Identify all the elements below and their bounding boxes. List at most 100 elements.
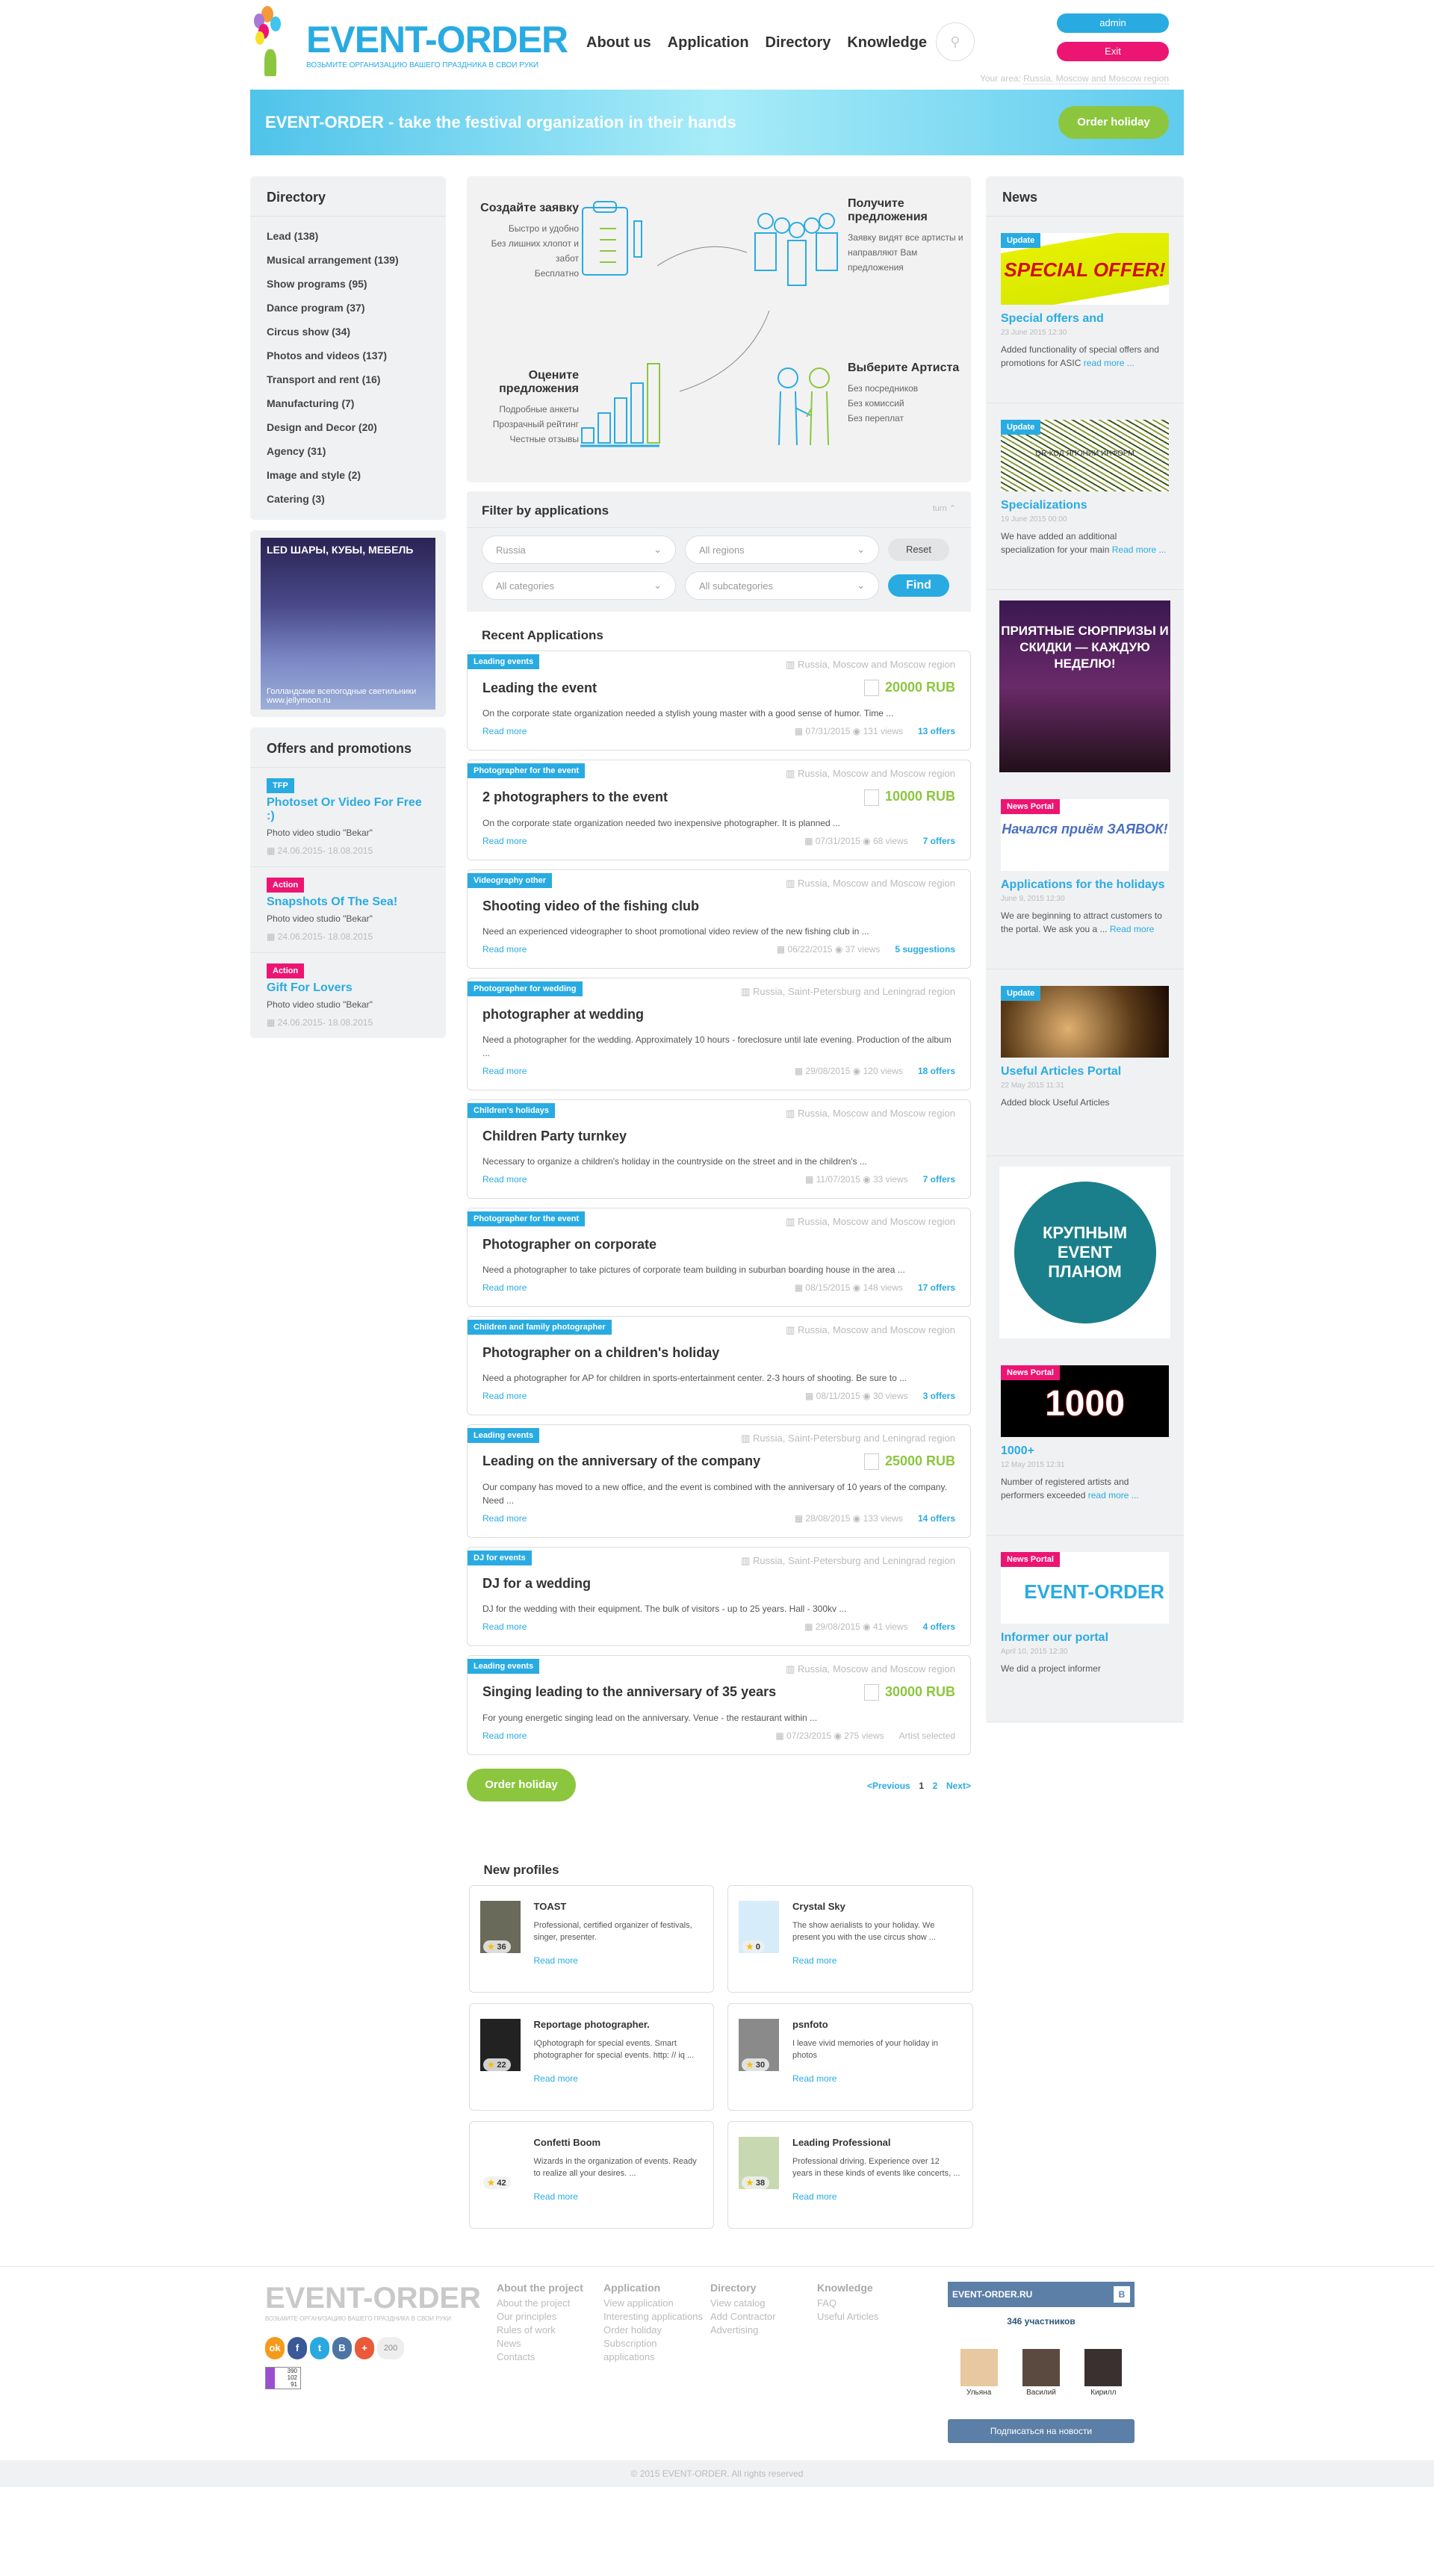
news-read-more-link[interactable]: read more ... [1084, 358, 1135, 368]
profile-name-link[interactable]: psnfoto [792, 2019, 962, 2030]
application-title-link[interactable]: DJ for a wedding [482, 1576, 591, 1592]
news-title-link[interactable]: Special offers and [1001, 312, 1169, 326]
application-category-tag[interactable]: Photographer for the event [468, 1211, 586, 1226]
read-more-link[interactable]: Read more [482, 726, 527, 736]
footer-link[interactable]: News [497, 2337, 603, 2350]
nav-knowledge[interactable]: Knowledge [847, 34, 927, 52]
application-offers-link[interactable]: 7 offers [923, 836, 955, 846]
event-plan-ad[interactable]: КРУПНЫМ EVENT ПЛАНОМ [986, 1156, 1184, 1349]
application-category-tag[interactable]: Children and family photographer [468, 1319, 612, 1335]
application-title-link[interactable]: Singing leading to the anniversary of 35… [482, 1684, 776, 1700]
area-selector[interactable]: Your area: Russia, Moscow and Moscow reg… [980, 73, 1169, 84]
profile-name-link[interactable]: Confetti Boom [534, 2137, 704, 2148]
site-logo[interactable]: EVENT-ORDER ВОЗЬМИТЕ ОРГАНИЗАЦИЮ ВАШЕГО … [254, 6, 568, 81]
facebook-icon[interactable]: f [288, 2337, 307, 2359]
news-title-link[interactable]: Applications for the holidays [1001, 878, 1169, 892]
directory-item[interactable]: Circus show (34) [267, 320, 429, 344]
application-category-tag[interactable]: Leading events [468, 1427, 540, 1443]
directory-item[interactable]: Lead (138) [267, 224, 429, 248]
more-share-icon[interactable]: + [355, 2337, 374, 2359]
news-image[interactable]: 1000 News Portal [1001, 1365, 1169, 1437]
news-image[interactable]: SPECIAL OFFER! Update [1001, 233, 1169, 305]
subcategory-select[interactable]: All subcategories ⌄ [685, 571, 879, 600]
directory-item[interactable]: Agency (31) [267, 439, 429, 463]
news-image[interactable]: Update [1001, 986, 1169, 1058]
application-title-link[interactable]: Photographer on a children's holiday [482, 1345, 719, 1361]
left-ad[interactable]: LED ШАРЫ, КУБЫ, МЕБЕЛЬ Голландские всепо… [250, 530, 446, 717]
region-select[interactable]: All regions ⌄ [685, 536, 879, 564]
application-title-link[interactable]: Shooting video of the fishing club [482, 899, 699, 914]
application-category-tag[interactable]: Children's holidays [468, 1102, 556, 1118]
application-offers-link[interactable]: 14 offers [918, 1513, 955, 1524]
profile-read-more-link[interactable]: Read more [792, 2073, 962, 2084]
news-read-more-link[interactable]: read more ... [1088, 1490, 1139, 1500]
profile-name-link[interactable]: TOAST [534, 1901, 704, 1912]
twitter-icon[interactable]: t [310, 2337, 329, 2359]
application-category-tag[interactable]: Photographer for the event [468, 763, 586, 779]
footer-logo[interactable]: EVENT-ORDER ВОЗЬМИТЕ ОРГАНИЗАЦИЮ ВАШЕГО … [250, 2282, 497, 2443]
read-more-link[interactable]: Read more [482, 1513, 527, 1524]
filter-toggle[interactable]: turn ⌃ [933, 503, 956, 518]
news-title-link[interactable]: Specializations [1001, 499, 1169, 512]
footer-link[interactable]: Interesting applications [603, 2310, 710, 2324]
profile-name-link[interactable]: Reportage photographer. [534, 2019, 704, 2030]
find-button[interactable]: Find [888, 574, 949, 597]
news-image[interactable]: QR-КОД ЯПОНИИ ИНФОРМ Update [1001, 420, 1169, 491]
directory-item[interactable]: Manufacturing (7) [267, 391, 429, 415]
application-offers-link[interactable]: 17 offers [918, 1282, 955, 1293]
directory-item[interactable]: Image and style (2) [267, 463, 429, 487]
visitor-counter[interactable]: 390 102 91 [265, 2367, 301, 2389]
profile-name-link[interactable]: Crystal Sky [792, 1901, 962, 1912]
read-more-link[interactable]: Read more [482, 1282, 527, 1293]
profile-avatar[interactable]: 42 [479, 2137, 521, 2189]
offer-title-link[interactable]: Snapshots Of The Sea! [267, 896, 429, 909]
application-offers-link[interactable]: 4 offers [923, 1621, 955, 1632]
vk-group-name[interactable]: EVENT-ORDER.RU [952, 2289, 1032, 2300]
directory-item[interactable]: Catering (3) [267, 487, 429, 511]
footer-link[interactable]: Contacts [497, 2350, 603, 2364]
read-more-link[interactable]: Read more [482, 1621, 527, 1632]
led-ad-banner[interactable]: LED ШАРЫ, КУБЫ, МЕБЕЛЬ Голландские всепо… [261, 538, 435, 710]
nav-application[interactable]: Application [668, 34, 749, 52]
footer-link[interactable]: Rules of work [497, 2324, 603, 2337]
profile-read-more-link[interactable]: Read more [792, 2191, 962, 2202]
odnoklassniki-icon[interactable]: ok [265, 2337, 285, 2359]
next-page-link[interactable]: Next> [946, 1781, 971, 1791]
application-category-tag[interactable]: DJ for events [468, 1550, 532, 1565]
news-image[interactable]: EVENT-ORDER News Portal [1001, 1552, 1169, 1624]
directory-item[interactable]: Design and Decor (20) [267, 415, 429, 439]
profile-avatar[interactable]: 38 [739, 2137, 779, 2189]
application-title-link[interactable]: 2 photographers to the event [482, 789, 668, 805]
profile-read-more-link[interactable]: Read more [534, 2191, 704, 2202]
search-button[interactable]: ⚲ [936, 22, 975, 61]
application-category-tag[interactable]: Photographer for wedding [468, 981, 583, 996]
footer-link[interactable]: FAQ [817, 2297, 924, 2310]
application-offers-link[interactable]: 5 suggestions [895, 944, 955, 955]
nav-about-us[interactable]: About us [586, 34, 651, 52]
read-more-link[interactable]: Read more [482, 1731, 527, 1741]
previous-page-link[interactable]: <Previous [867, 1781, 910, 1791]
profile-avatar[interactable]: 36 [479, 1901, 521, 1953]
order-holiday-button[interactable]: Order holiday [1058, 106, 1169, 139]
footer-link[interactable]: Advertising [710, 2324, 817, 2337]
profile-avatar[interactable]: 30 [739, 2019, 779, 2071]
profile-avatar[interactable]: 0 [739, 1901, 779, 1953]
read-more-link[interactable]: Read more [482, 944, 527, 955]
footer-link[interactable]: View application [603, 2297, 710, 2310]
news-title-link[interactable]: Informer our portal [1001, 1631, 1169, 1645]
application-title-link[interactable]: Photographer on corporate [482, 1237, 657, 1253]
page-link-2[interactable]: 2 [933, 1781, 938, 1791]
application-title-link[interactable]: Leading the event [482, 680, 597, 696]
application-offers-link[interactable]: 18 offers [918, 1066, 955, 1076]
directory-item[interactable]: Show programs (95) [267, 272, 429, 296]
nav-directory[interactable]: Directory [766, 34, 831, 52]
read-more-link[interactable]: Read more [482, 1066, 527, 1076]
news-title-link[interactable]: Useful Articles Portal [1001, 1065, 1169, 1078]
country-select[interactable]: Russia ⌄ [482, 536, 676, 564]
order-holiday-button-bottom[interactable]: Order holiday [467, 1769, 576, 1801]
application-category-tag[interactable]: Leading events [468, 1658, 540, 1674]
profile-read-more-link[interactable]: Read more [534, 1955, 704, 1966]
footer-link[interactable]: Our principles [497, 2310, 603, 2324]
directory-item[interactable]: Photos and videos (137) [267, 344, 429, 367]
application-offers-link[interactable]: 3 offers [923, 1391, 955, 1401]
